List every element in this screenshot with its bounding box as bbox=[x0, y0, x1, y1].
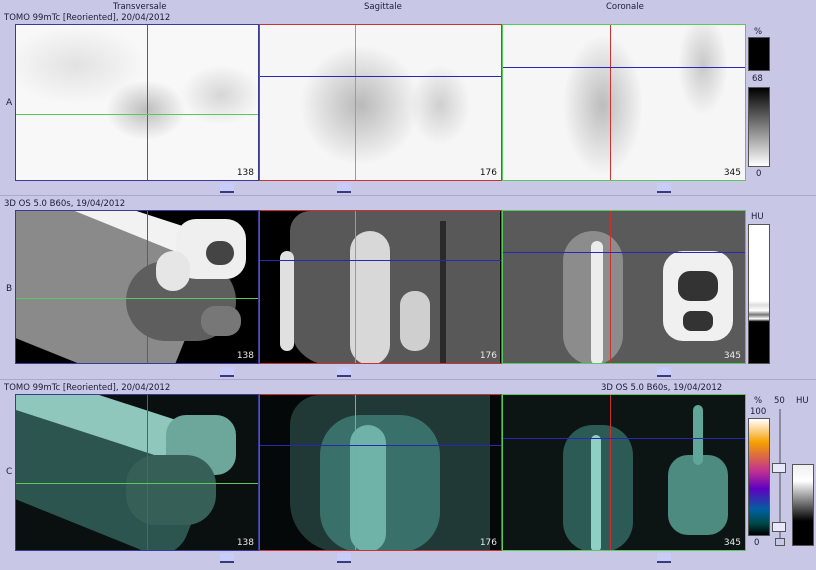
crosshair-vertical bbox=[610, 395, 611, 550]
crosshair-vertical bbox=[355, 211, 356, 363]
scale-max-a: 68 bbox=[752, 74, 763, 84]
slice-number: 345 bbox=[723, 351, 741, 361]
series-title-c-right: 3D OS 5.0 B60s, 19/04/2012 bbox=[601, 383, 723, 393]
row-separator bbox=[0, 379, 816, 380]
slice-number: 176 bbox=[479, 351, 497, 361]
slice-number: 345 bbox=[723, 538, 741, 548]
row-label-a: A bbox=[6, 98, 13, 108]
slice-number: 138 bbox=[236, 168, 254, 178]
viewport-sagittale-a[interactable]: 176 bbox=[259, 24, 502, 181]
crosshair-vertical bbox=[147, 25, 148, 180]
series-title-b: 3D OS 5.0 B60s, 19/04/2012 bbox=[4, 199, 126, 209]
scale-max-pct-c: 100 bbox=[750, 407, 767, 417]
crosshair-vertical bbox=[610, 25, 611, 180]
viewport-coronale-c[interactable]: 345 bbox=[502, 394, 746, 551]
crosshair-horizontal bbox=[503, 67, 745, 68]
fusion-slider-thumb-lower[interactable] bbox=[772, 522, 786, 532]
scale-unit-a: % bbox=[754, 27, 763, 37]
scale-ct-window-c[interactable] bbox=[792, 464, 814, 546]
viewport-sagittale-b[interactable]: 176 bbox=[259, 210, 502, 364]
crosshair-vertical bbox=[610, 211, 611, 363]
slice-number: 176 bbox=[479, 168, 497, 178]
scroll-tab-sagittale-b[interactable] bbox=[337, 367, 351, 377]
crosshair-horizontal bbox=[260, 260, 501, 261]
scroll-tab-coronale-b[interactable] bbox=[657, 367, 671, 377]
scroll-tab-coronale-c[interactable] bbox=[657, 553, 671, 563]
scale-min-a: 0 bbox=[756, 169, 762, 179]
scroll-tab-coronale-a[interactable] bbox=[657, 183, 671, 193]
slice-number: 138 bbox=[236, 538, 254, 548]
crosshair-horizontal bbox=[16, 298, 258, 299]
crosshair-horizontal bbox=[16, 483, 258, 484]
column-header-coronale: Coronale bbox=[606, 2, 644, 12]
scale-unit-b: HU bbox=[751, 212, 764, 222]
crosshair-vertical bbox=[355, 395, 356, 550]
scroll-tab-transversale-a[interactable] bbox=[220, 183, 234, 193]
column-header-transversale: Transversale bbox=[113, 2, 167, 12]
slice-number: 345 bbox=[723, 168, 741, 178]
crosshair-horizontal bbox=[503, 252, 745, 253]
crosshair-horizontal bbox=[16, 114, 258, 115]
crosshair-vertical bbox=[147, 395, 148, 550]
column-header-sagittale: Sagittale bbox=[364, 2, 402, 12]
scale-unit-hu-c: HU bbox=[796, 396, 809, 406]
viewport-transversale-a[interactable]: 138 bbox=[15, 24, 259, 181]
scale-window-b[interactable] bbox=[748, 224, 770, 364]
scroll-tab-transversale-b[interactable] bbox=[220, 367, 234, 377]
crosshair-horizontal bbox=[260, 76, 501, 77]
row-separator bbox=[0, 195, 816, 196]
crosshair-vertical bbox=[147, 211, 148, 363]
viewport-transversale-b[interactable]: 138 bbox=[15, 210, 259, 364]
slice-number: 138 bbox=[236, 351, 254, 361]
scale-gradient-a[interactable] bbox=[748, 87, 770, 167]
scale-min-pct-c: 0 bbox=[754, 538, 760, 548]
scroll-tab-sagittale-a[interactable] bbox=[337, 183, 351, 193]
row-label-b: B bbox=[6, 284, 13, 294]
crosshair-horizontal bbox=[503, 438, 745, 439]
row-label-c: C bbox=[6, 467, 13, 477]
viewport-sagittale-c[interactable]: 176 bbox=[259, 394, 502, 551]
scale-unit-pct-c: % bbox=[754, 396, 763, 406]
scale-bar-top-a bbox=[748, 37, 770, 71]
scale-mid-c: 50 bbox=[774, 396, 785, 406]
scroll-tab-sagittale-c[interactable] bbox=[337, 553, 351, 563]
viewport-coronale-a[interactable]: 345 bbox=[502, 24, 746, 181]
fusion-slider-thumb-upper[interactable] bbox=[772, 463, 786, 473]
series-title-a: TOMO 99mTc [Reoriented], 20/04/2012 bbox=[4, 13, 171, 23]
viewport-transversale-c[interactable]: 138 bbox=[15, 394, 259, 551]
scroll-tab-transversale-c[interactable] bbox=[220, 553, 234, 563]
crosshair-horizontal bbox=[260, 445, 501, 446]
scale-pet-colormap-c[interactable] bbox=[748, 418, 770, 536]
crosshair-vertical bbox=[355, 25, 356, 180]
slice-number: 176 bbox=[479, 538, 497, 548]
viewport-coronale-b[interactable]: 345 bbox=[502, 210, 746, 364]
fusion-slider-end[interactable] bbox=[775, 538, 785, 546]
series-title-c-left: TOMO 99mTc [Reoriented], 20/04/2012 bbox=[4, 383, 171, 393]
